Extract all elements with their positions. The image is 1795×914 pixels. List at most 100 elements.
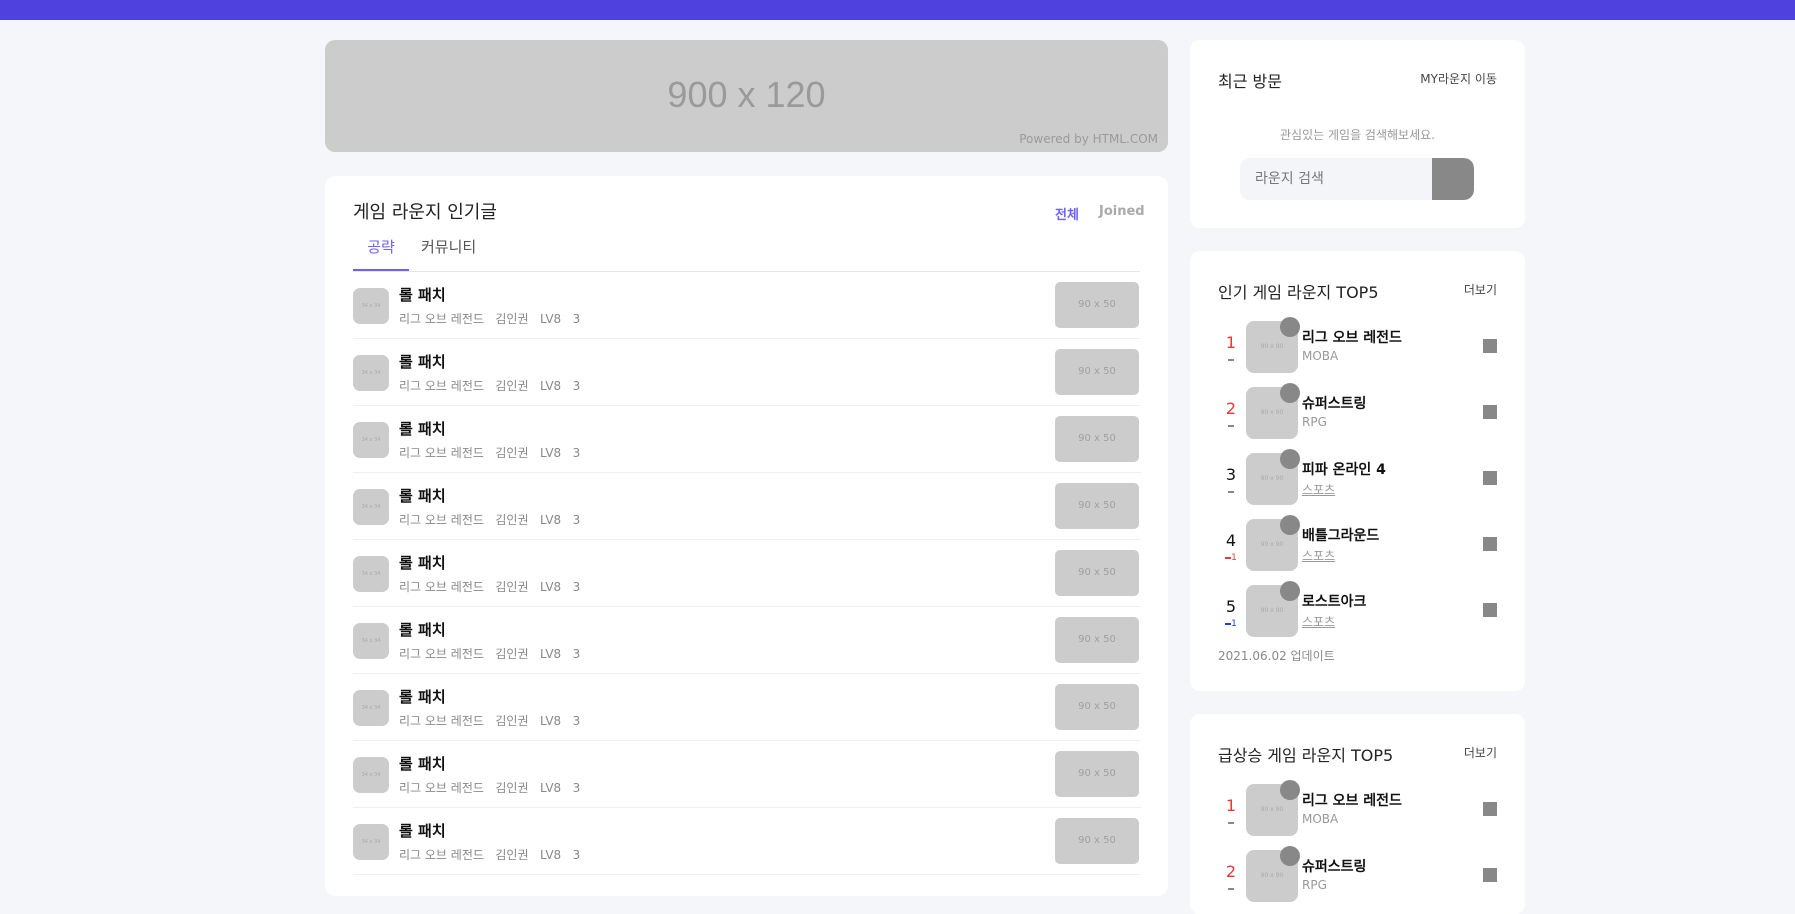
rank-change bbox=[1222, 487, 1240, 497]
game-genre: MOBA bbox=[1302, 812, 1339, 826]
post-title[interactable]: 롤 패치 bbox=[399, 418, 446, 439]
post-level: LV8 bbox=[539, 647, 562, 661]
post-image: 90 x 50 bbox=[1055, 483, 1139, 529]
rank-change-icon bbox=[1228, 887, 1234, 890]
rank-change: 1 bbox=[1222, 619, 1240, 629]
rank-item[interactable]: 1 90 x 90 리그 오브 레전드 MOBA bbox=[1218, 317, 1497, 383]
game-badge-icon bbox=[1280, 846, 1300, 866]
search-button[interactable] bbox=[1432, 158, 1474, 200]
join-toggle[interactable] bbox=[1483, 471, 1497, 485]
post-count: 3 bbox=[572, 714, 581, 728]
game-name[interactable]: 리그 오브 레전드 bbox=[1302, 790, 1402, 810]
recent-title: 최근 방문 bbox=[1218, 72, 1282, 91]
join-toggle[interactable] bbox=[1483, 603, 1497, 617]
post-image: 90 x 50 bbox=[1055, 416, 1139, 462]
post-level: LV8 bbox=[539, 580, 562, 594]
join-toggle[interactable] bbox=[1483, 405, 1497, 419]
rank-change bbox=[1222, 884, 1240, 894]
game-name[interactable]: 로스트아크 bbox=[1302, 591, 1366, 611]
join-toggle[interactable] bbox=[1483, 339, 1497, 353]
post-row[interactable]: 34 x 34 롤 패치 리그 오브 레전드 김인권 LV8 3 90 x 50 bbox=[353, 607, 1141, 674]
tab-community[interactable]: 커뮤니티 bbox=[421, 236, 476, 269]
post-title[interactable]: 롤 패치 bbox=[399, 686, 446, 707]
rank-change bbox=[1222, 818, 1240, 828]
post-meta: 리그 오브 레전드 김인권 LV8 3 bbox=[399, 779, 580, 796]
post-title[interactable]: 롤 패치 bbox=[399, 619, 446, 640]
search-input[interactable] bbox=[1240, 158, 1435, 200]
tab-guide[interactable]: 공략 bbox=[353, 236, 409, 271]
post-row[interactable]: 34 x 34 롤 패치 리그 오브 레전드 김인권 LV8 3 90 x 50 bbox=[353, 473, 1141, 540]
post-title[interactable]: 롤 패치 bbox=[399, 284, 446, 305]
post-row[interactable]: 34 x 34 롤 패치 리그 오브 레전드 김인권 LV8 3 90 x 50 bbox=[353, 674, 1141, 741]
game-badge-icon bbox=[1280, 581, 1300, 601]
post-author: 김인권 bbox=[495, 647, 529, 661]
join-toggle[interactable] bbox=[1483, 537, 1497, 551]
post-image: 90 x 50 bbox=[1055, 684, 1139, 730]
rank-item[interactable]: 4 1 90 x 90 배틀그라운드 스포츠 bbox=[1218, 515, 1497, 581]
top-bar bbox=[0, 0, 1795, 20]
post-author: 김인권 bbox=[495, 312, 529, 326]
post-count: 3 bbox=[572, 379, 581, 393]
game-name[interactable]: 배틀그라운드 bbox=[1302, 525, 1379, 545]
rank-number: 3 bbox=[1225, 465, 1237, 484]
game-badge-icon bbox=[1280, 515, 1300, 535]
post-level: LV8 bbox=[539, 714, 562, 728]
post-thumbnail: 34 x 34 bbox=[353, 355, 389, 391]
post-row[interactable]: 34 x 34 롤 패치 리그 오브 레전드 김인권 LV8 3 90 x 50 bbox=[353, 272, 1141, 339]
post-row[interactable]: 34 x 34 롤 패치 리그 오브 레전드 김인권 LV8 3 90 x 50 bbox=[353, 808, 1141, 875]
post-author: 김인권 bbox=[495, 781, 529, 795]
game-name[interactable]: 슈퍼스트링 bbox=[1302, 393, 1366, 413]
game-name[interactable]: 슈퍼스트링 bbox=[1302, 856, 1366, 876]
rank-item[interactable]: 5 1 90 x 90 로스트아크 스포츠 bbox=[1218, 581, 1497, 647]
filter-joined-button[interactable]: Joined bbox=[1099, 204, 1145, 219]
post-row[interactable]: 34 x 34 롤 패치 리그 오브 레전드 김인권 LV8 3 90 x 50 bbox=[353, 741, 1141, 808]
post-title[interactable]: 롤 패치 bbox=[399, 552, 446, 573]
post-title[interactable]: 롤 패치 bbox=[399, 753, 446, 774]
post-meta: 리그 오브 레전드 김인권 LV8 3 bbox=[399, 578, 580, 595]
rank-item[interactable]: 1 90 x 90 리그 오브 레전드 MOBA bbox=[1218, 780, 1497, 846]
game-name[interactable]: 피파 온라인 4 bbox=[1302, 459, 1386, 479]
rank-item[interactable]: 3 90 x 90 피파 온라인 4 스포츠 bbox=[1218, 449, 1497, 515]
game-badge-icon bbox=[1280, 317, 1300, 337]
rising-more-link[interactable]: 더보기 bbox=[1464, 744, 1497, 761]
post-meta: 리그 오브 레전드 김인권 LV8 3 bbox=[399, 377, 580, 394]
post-image: 90 x 50 bbox=[1055, 282, 1139, 328]
post-meta: 리그 오브 레전드 김인권 LV8 3 bbox=[399, 511, 580, 528]
join-toggle[interactable] bbox=[1483, 802, 1497, 816]
post-game: 리그 오브 레전드 bbox=[399, 446, 484, 460]
post-thumbnail: 34 x 34 bbox=[353, 288, 389, 324]
game-name[interactable]: 리그 오브 레전드 bbox=[1302, 327, 1402, 347]
post-level: LV8 bbox=[539, 312, 562, 326]
post-row[interactable]: 34 x 34 롤 패치 리그 오브 레전드 김인권 LV8 3 90 x 50 bbox=[353, 406, 1141, 473]
post-meta: 리그 오브 레전드 김인권 LV8 3 bbox=[399, 846, 580, 863]
post-row[interactable]: 34 x 34 롤 패치 리그 오브 레전드 김인권 LV8 3 90 x 50 bbox=[353, 540, 1141, 607]
ad-banner[interactable]: 900 x 120 Powered by HTML.COM bbox=[325, 40, 1168, 152]
post-thumbnail: 34 x 34 bbox=[353, 824, 389, 860]
post-count: 3 bbox=[572, 848, 581, 862]
post-author: 김인권 bbox=[495, 446, 529, 460]
join-toggle[interactable] bbox=[1483, 868, 1497, 882]
banner-size-text: 900 x 120 bbox=[667, 74, 826, 115]
post-count: 3 bbox=[572, 312, 581, 326]
rank-number: 5 bbox=[1225, 597, 1237, 616]
post-row[interactable]: 34 x 34 롤 패치 리그 오브 레전드 김인권 LV8 3 90 x 50 bbox=[353, 339, 1141, 406]
game-genre: RPG bbox=[1302, 878, 1327, 892]
my-lounge-link[interactable]: MY라운지 이동 bbox=[1420, 70, 1497, 87]
rank-change-icon bbox=[1228, 424, 1234, 427]
rank-item[interactable]: 2 90 x 90 슈퍼스트링 RPG bbox=[1218, 383, 1497, 449]
post-title[interactable]: 롤 패치 bbox=[399, 351, 446, 372]
filter-all-button[interactable]: 전체 bbox=[1055, 204, 1079, 223]
post-title[interactable]: 롤 패치 bbox=[399, 820, 446, 841]
post-title[interactable]: 롤 패치 bbox=[399, 485, 446, 506]
post-author: 김인권 bbox=[495, 848, 529, 862]
rank-item[interactable]: 2 90 x 90 슈퍼스트링 RPG bbox=[1218, 846, 1497, 912]
game-genre: 스포츠 bbox=[1302, 615, 1336, 629]
game-badge-icon bbox=[1280, 449, 1300, 469]
banner-powered-text: Powered by HTML.COM bbox=[1019, 132, 1158, 146]
post-count: 3 bbox=[572, 580, 581, 594]
popular-more-link[interactable]: 더보기 bbox=[1464, 281, 1497, 298]
rising-rank-list: 1 90 x 90 리그 오브 레전드 MOBA 2 90 x 90 슈퍼스트링 RPG bbox=[1218, 780, 1497, 912]
post-count: 3 bbox=[572, 781, 581, 795]
section-title: 게임 라운지 인기글 bbox=[353, 202, 497, 223]
post-author: 김인권 bbox=[495, 379, 529, 393]
